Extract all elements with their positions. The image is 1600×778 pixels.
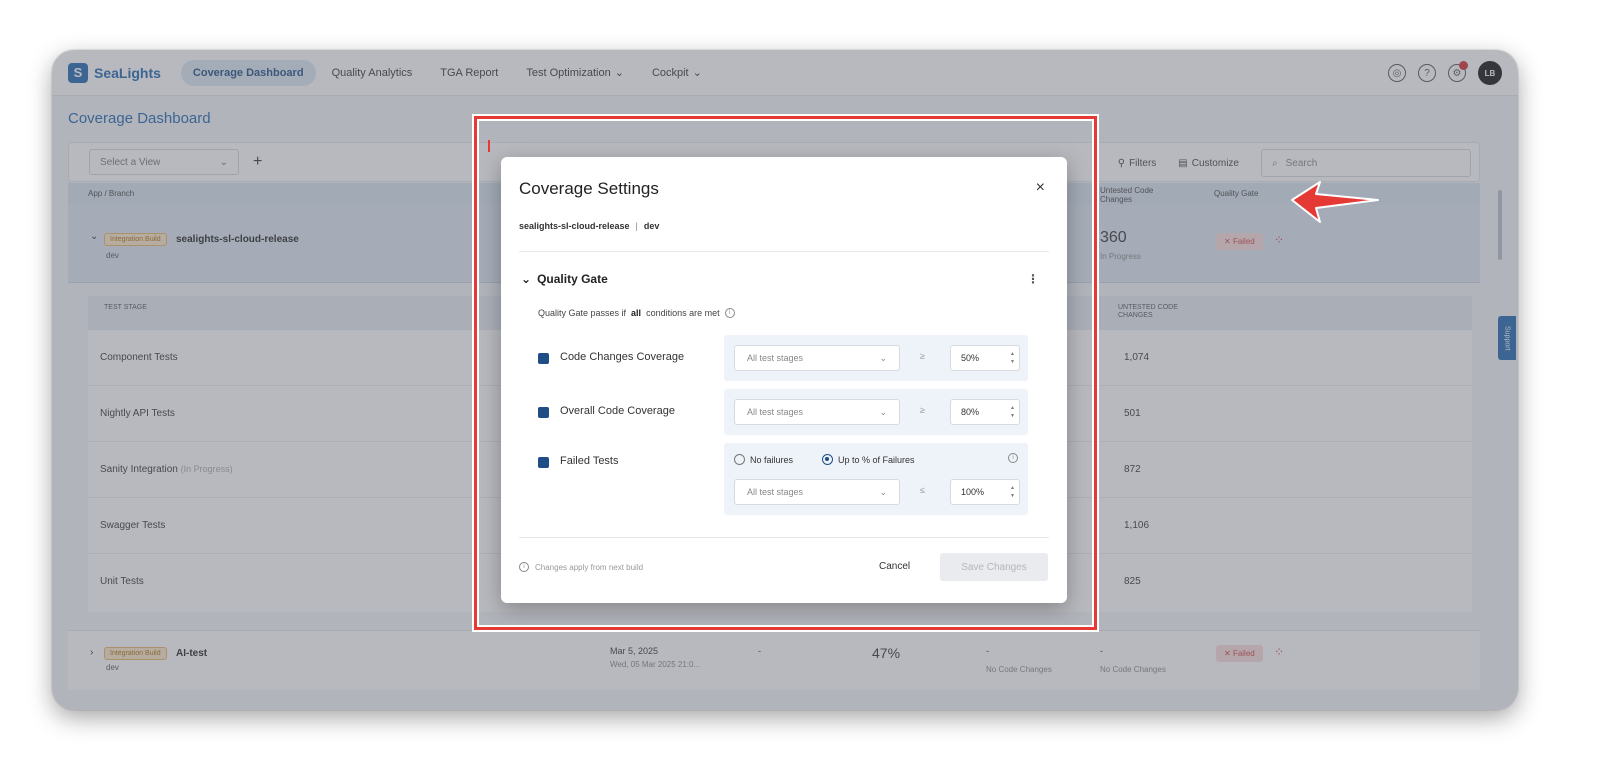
arrow-annotation-icon <box>1291 181 1379 223</box>
text-cursor <box>488 140 490 152</box>
app-background: S SeaLights Coverage Dashboard Quality A… <box>52 50 1518 710</box>
app-window: S SeaLights Coverage Dashboard Quality A… <box>52 50 1518 710</box>
highlight-frame <box>474 116 1097 630</box>
